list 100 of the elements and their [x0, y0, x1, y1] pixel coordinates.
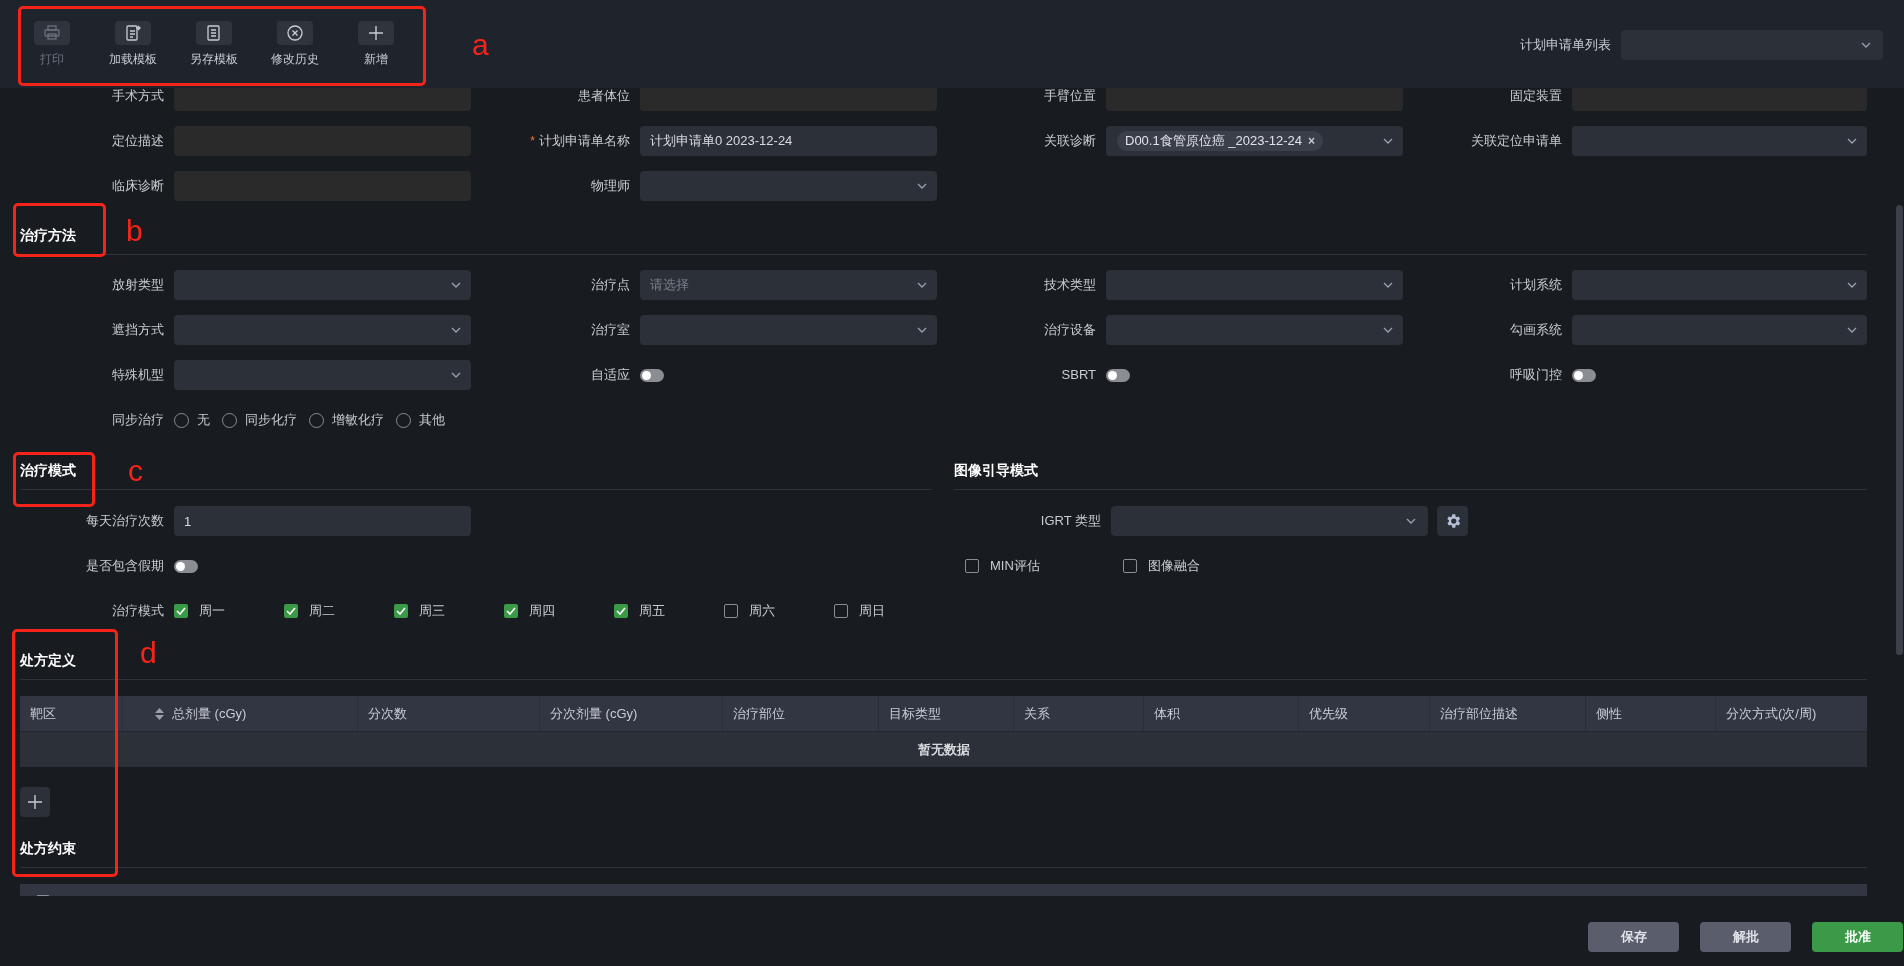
chevron-down-icon: [1383, 282, 1393, 288]
checkbox[interactable]: [834, 604, 848, 618]
chevron-down-icon: [917, 327, 927, 333]
checkbox[interactable]: [504, 604, 518, 618]
field-label: 遮挡方式: [112, 321, 164, 340]
footer-button[interactable]: 保存: [1588, 922, 1679, 952]
add-row-button[interactable]: [20, 787, 50, 817]
field-label: 关联定位申请单: [1471, 132, 1562, 151]
plus-icon: [367, 24, 385, 42]
field-label: 治疗模式: [112, 602, 164, 621]
tag-label: D00.1食管原位癌 _2023-12-24: [1125, 132, 1303, 151]
checkbox[interactable]: [284, 604, 298, 618]
tag-select-field[interactable]: D00.1食管原位癌 _2023-12-24 ×: [1106, 126, 1403, 156]
field-label: 呼吸门控: [1510, 366, 1562, 385]
column-header: 分次剂量 (cGy): [550, 704, 638, 723]
field-label: 计划申请单列表: [1520, 36, 1611, 55]
select-field[interactable]: [640, 171, 937, 201]
column-header: 靶区: [30, 704, 56, 723]
option-label: MIN评估: [990, 557, 1040, 576]
field-label: 自适应: [591, 366, 630, 385]
select-field[interactable]: [174, 270, 471, 300]
field-label: 手臂位置: [1044, 88, 1096, 106]
field-label: SBRT: [1061, 366, 1096, 385]
select-field[interactable]: [174, 360, 471, 390]
checkbox[interactable]: [614, 604, 628, 618]
check-icon: [286, 607, 296, 615]
toolbar-button[interactable]: 修改历史: [263, 21, 327, 65]
settings-button[interactable]: [1437, 506, 1468, 536]
option-label: 同步化疗: [245, 411, 297, 430]
footer-button[interactable]: 批准: [1812, 922, 1903, 952]
checkbox[interactable]: [1123, 559, 1137, 573]
column-header: 分次方式(次/周): [1726, 704, 1817, 723]
select-field[interactable]: [174, 315, 471, 345]
plus-icon: [26, 793, 44, 811]
column-header: 目标类型: [889, 704, 941, 723]
check-icon: [176, 607, 186, 615]
chevron-down-icon: [1847, 138, 1857, 144]
column-header: 分次数: [368, 704, 407, 723]
text-field[interactable]: 1: [174, 506, 471, 536]
checkbox[interactable]: [174, 604, 188, 618]
field-label: IGRT 类型: [1040, 512, 1101, 531]
checkbox[interactable]: [965, 559, 979, 573]
select-field[interactable]: [1621, 30, 1883, 60]
document-arrow-icon: [124, 24, 142, 42]
field-label: 定位描述: [112, 132, 164, 151]
option-label: 增敏化疗: [332, 411, 384, 430]
column-header: 总剂量 (cGy): [172, 704, 247, 723]
option-label: 周四: [529, 602, 555, 621]
toggle-switch[interactable]: [174, 559, 198, 573]
field-label: 手术方式: [112, 88, 164, 106]
field-label: 同步治疗: [112, 411, 164, 430]
remove-tag-button[interactable]: ×: [1308, 135, 1316, 147]
chevron-down-icon: [1847, 327, 1857, 333]
option-label: 周一: [199, 602, 225, 621]
chevron-down-icon: [917, 183, 927, 189]
field-label: 物理师: [591, 177, 630, 196]
field-label: 治疗点: [591, 276, 630, 295]
section-title: 图像引导模式: [954, 461, 1038, 480]
toolbar-button[interactable]: 另存模板: [182, 21, 246, 65]
option-label: 周五: [639, 602, 665, 621]
document-lines-icon: [205, 24, 223, 42]
toggle-switch[interactable]: [1106, 368, 1130, 382]
option-label: 周三: [419, 602, 445, 621]
select-field[interactable]: [1572, 270, 1867, 300]
circle-x-icon: [286, 24, 304, 42]
section-title: 处方约束: [20, 839, 76, 858]
chevron-down-icon: [1383, 138, 1393, 144]
footer-button[interactable]: 解批: [1700, 922, 1791, 952]
required-mark: *: [530, 133, 535, 150]
checkbox[interactable]: [394, 604, 408, 618]
select-field[interactable]: [1106, 270, 1403, 300]
text-field[interactable]: 计划申请单0 2023-12-24: [640, 126, 937, 156]
field-label: 治疗设备: [1044, 321, 1096, 340]
select-field[interactable]: [1572, 315, 1867, 345]
chevron-down-icon: [917, 282, 927, 288]
field-label: 患者体位: [578, 88, 630, 106]
toggle-switch[interactable]: [1572, 368, 1596, 382]
chevron-down-icon: [451, 372, 461, 378]
option-label: 周六: [749, 602, 775, 621]
field-label: 是否包含假期: [86, 557, 164, 576]
field-label: 固定装置: [1510, 88, 1562, 106]
select-field[interactable]: [1572, 126, 1867, 156]
chevron-down-icon: [1847, 282, 1857, 288]
column-header: 体积: [1154, 704, 1180, 723]
column-header: 关系: [1024, 704, 1050, 723]
select-field[interactable]: [640, 315, 937, 345]
toggle-switch[interactable]: [640, 368, 664, 382]
toolbar-button[interactable]: 新增: [344, 21, 408, 65]
scrollbar-thumb[interactable]: [1896, 205, 1903, 655]
option-label: 无: [197, 411, 210, 430]
option-label: 周日: [859, 602, 885, 621]
checkbox[interactable]: [724, 604, 738, 618]
option-label: 图像融合: [1148, 557, 1200, 576]
section-title: 处方定义: [20, 651, 76, 670]
sort-icon[interactable]: [155, 707, 164, 720]
toolbar-button[interactable]: 加载模板: [101, 21, 165, 65]
field-label: 关联诊断: [1044, 132, 1096, 151]
select-field[interactable]: [1106, 315, 1403, 345]
annotation-letter: a: [472, 30, 489, 60]
select-field[interactable]: [1111, 506, 1428, 536]
